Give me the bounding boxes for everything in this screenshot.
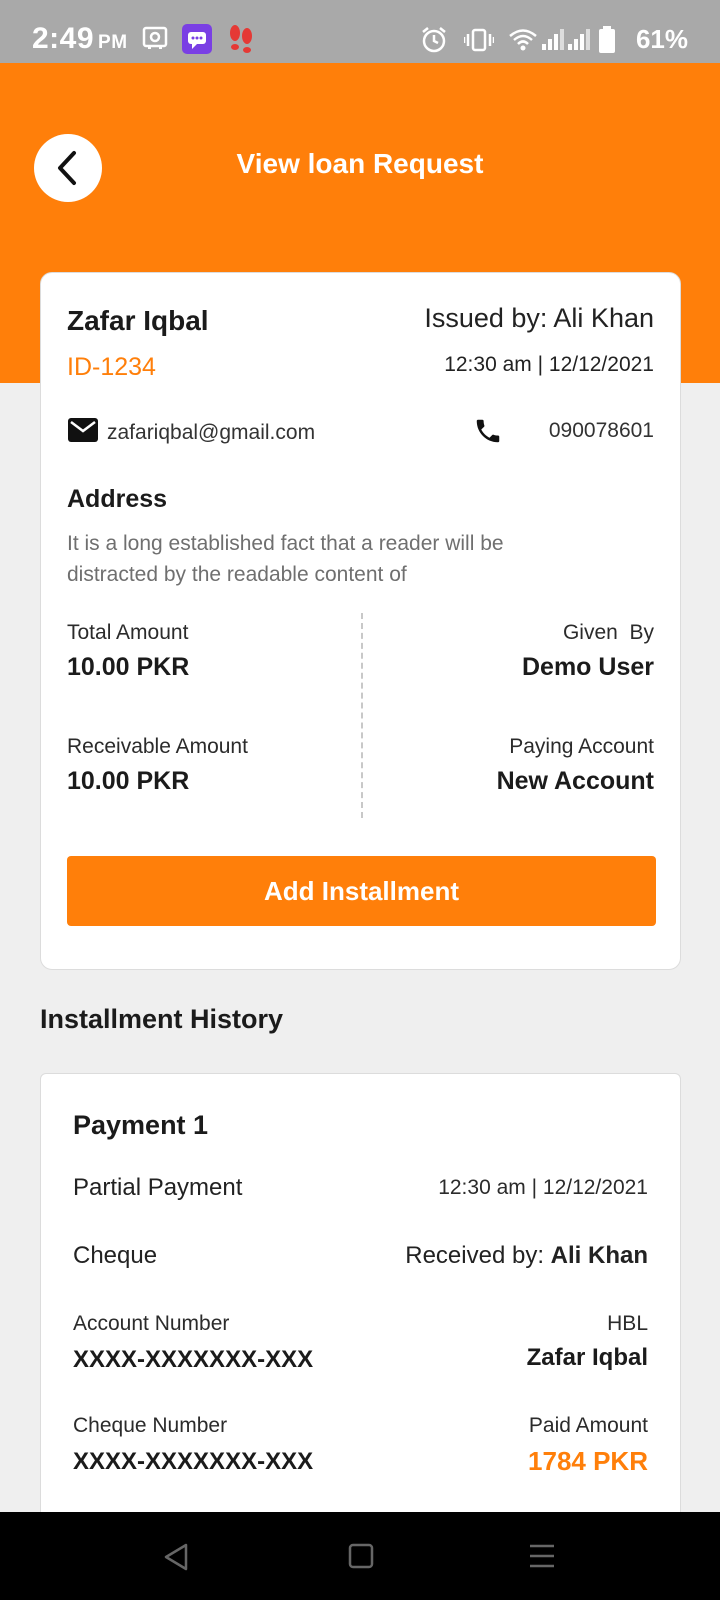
paying-account-value: New Account	[496, 767, 654, 795]
paid-amount-value: 1784 PKR	[528, 1446, 648, 1476]
status-time: 2:49 PM	[32, 22, 128, 55]
footsteps-icon	[230, 25, 252, 53]
alarm-icon	[422, 27, 446, 53]
add-installment-button[interactable]: Add Installment	[67, 856, 656, 926]
signal-icon	[542, 29, 590, 50]
paying-account-label: Paying Account	[509, 735, 654, 758]
vibrate-icon	[464, 28, 494, 52]
system-nav-bar	[0, 1512, 720, 1600]
account-holder: Zafar Iqbal	[526, 1344, 648, 1371]
payment-title: Payment 1	[73, 1110, 209, 1140]
page-title: View loan Request	[236, 148, 484, 179]
receivable-amount-value: 10.00 PKR	[67, 767, 190, 795]
wifi-icon	[509, 29, 537, 51]
customer-name: Zafar Iqbal	[67, 305, 209, 336]
dashed-divider	[361, 613, 363, 818]
address-label: Address	[67, 485, 168, 513]
address-text: It is a long established fact that a rea…	[67, 532, 504, 586]
total-amount-value: 10.00 PKR	[67, 653, 190, 681]
issue-datetime: 12:30 am | 12/12/2021	[444, 353, 654, 376]
payment-card: Payment 1 Partial Payment 12:30 am | 12/…	[40, 1073, 681, 1533]
installment-history-title: Installment History	[40, 1004, 284, 1034]
screen-recorder-icon	[142, 26, 168, 49]
customer-email[interactable]: zafariqbal@gmail.com	[107, 421, 315, 445]
given-by-value: Demo User	[522, 653, 654, 681]
receivable-amount-label: Receivable Amount	[67, 735, 248, 758]
cheque-number-value: XXXX-XXXXXXX-XXX	[73, 1448, 314, 1475]
received-by: Received by: Ali Khan	[405, 1242, 648, 1269]
received-by-name: Ali Khan	[550, 1242, 648, 1269]
mail-icon	[68, 418, 98, 442]
paid-amount-label: Paid Amount	[528, 1414, 648, 1437]
total-amount-label: Total Amount	[67, 621, 189, 644]
account-number-label: Account Number	[73, 1312, 230, 1335]
issued-by: Issued by: Ali Khan	[424, 303, 654, 333]
battery-percent: 61%	[635, 24, 688, 54]
bank-name: HBL	[607, 1312, 648, 1335]
nav-home-icon[interactable]	[348, 1542, 374, 1570]
account-number-value: XXXX-XXXXXXX-XXX	[73, 1346, 314, 1373]
payment-datetime: 12:30 am | 12/12/2021	[438, 1176, 648, 1199]
phone-icon[interactable]	[473, 416, 503, 446]
cheque-number-label: Cheque Number	[73, 1414, 228, 1437]
nav-back-icon[interactable]	[162, 1542, 190, 1572]
battery-icon	[599, 26, 615, 53]
loan-details-card: Zafar Iqbal Issued by: Ali Khan ID-1234 …	[40, 272, 681, 970]
given-by-label: Given By	[562, 621, 654, 644]
status-bar: 2:49 PM 61%	[0, 0, 720, 63]
nav-menu-icon[interactable]	[528, 1542, 556, 1570]
messenger-icon	[182, 24, 212, 54]
payment-type: Partial Payment	[73, 1174, 243, 1201]
customer-id: ID-1234	[67, 353, 156, 381]
payment-method: Cheque	[73, 1242, 158, 1269]
customer-phone[interactable]: 090078601	[549, 419, 654, 443]
